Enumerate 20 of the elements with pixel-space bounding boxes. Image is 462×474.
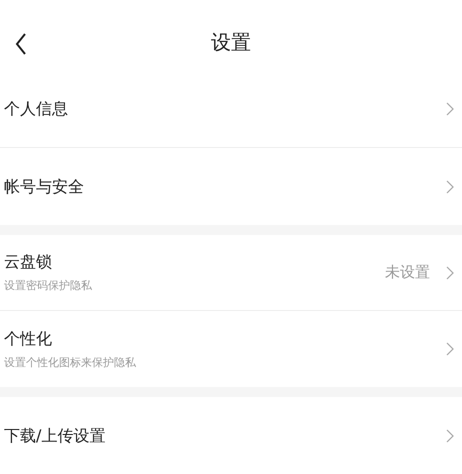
row-subtitle: 设置个性化图标来保护隐私 bbox=[4, 354, 137, 371]
settings-row[interactable]: 云盘锁 设置密码保护隐私 未设置 bbox=[0, 235, 462, 311]
row-title: 下载/上传设置 bbox=[4, 424, 106, 446]
settings-row[interactable]: 个性化 设置个性化图标来保护隐私 bbox=[0, 311, 462, 387]
settings-row[interactable]: 帐号与安全 bbox=[0, 148, 462, 225]
row-value: 未设置 bbox=[385, 262, 430, 284]
chevron-right-icon bbox=[446, 266, 454, 280]
chevron-right-icon bbox=[446, 342, 454, 356]
page-title: 设置 bbox=[211, 28, 251, 56]
settings-row[interactable]: 个人信息 bbox=[0, 71, 462, 148]
row-title: 云盘锁 bbox=[4, 251, 53, 274]
row-title: 个人信息 bbox=[4, 98, 69, 120]
settings-row[interactable]: 下载/上传设置 bbox=[0, 397, 462, 474]
back-icon bbox=[15, 32, 27, 55]
row-title: 帐号与安全 bbox=[4, 176, 85, 198]
row-subtitle: 设置密码保护隐私 bbox=[4, 278, 93, 294]
chevron-right-icon bbox=[446, 428, 454, 442]
row-title: 个性化 bbox=[4, 328, 53, 350]
chevron-right-icon bbox=[446, 180, 454, 194]
chevron-right-icon bbox=[446, 102, 454, 116]
